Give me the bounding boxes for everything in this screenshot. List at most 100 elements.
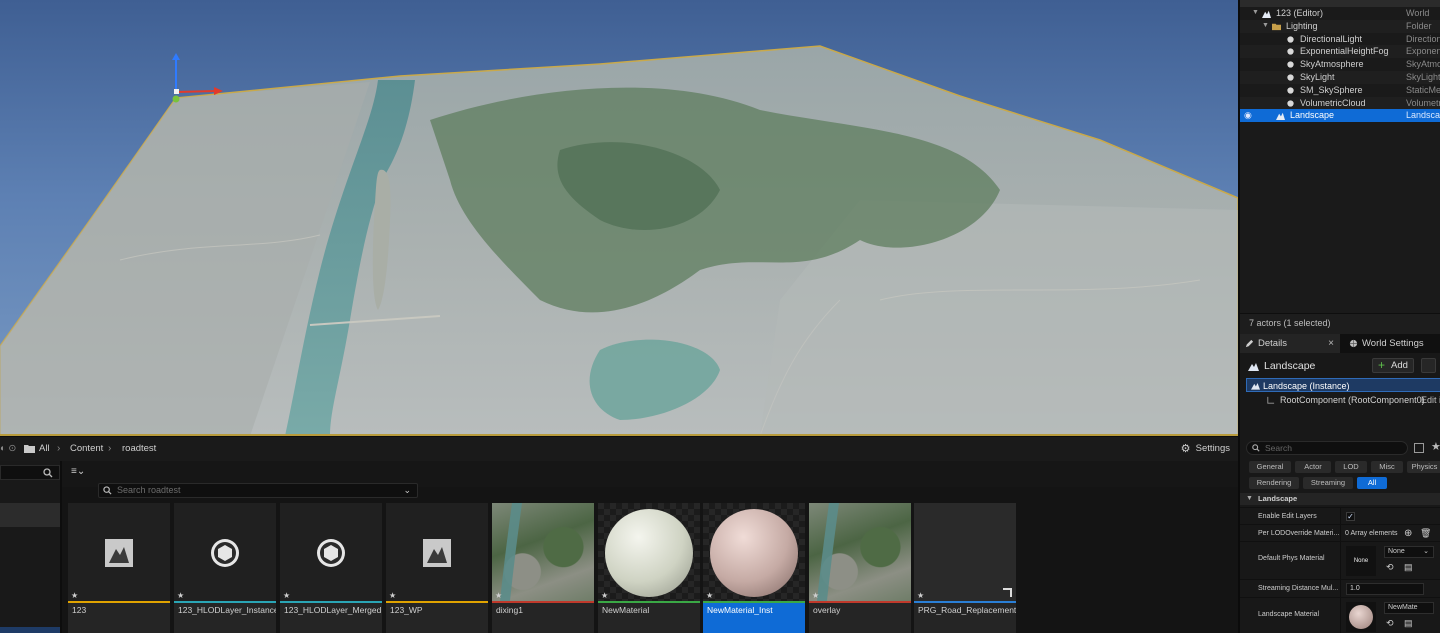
component-root[interactable]: RootComponent (RootComponent0) Edit in [1246,393,1440,407]
asset-thumbnail [492,503,594,601]
breadcrumb-content[interactable]: Content [70,437,103,461]
add-element-icon[interactable]: ⊕ [1404,525,1412,542]
asset-tile[interactable]: ★ 123_HLODLayer_Instanced [174,503,276,633]
browse-icon[interactable]: ▤ [1404,562,1413,573]
asset-tile[interactable]: ★ PRG_Road_Replacement [914,503,1016,633]
world-outliner: ▼ 123 (Editor) World ▼ Lighting Folder Directi… [1238,0,1440,334]
chip-actor[interactable]: Actor [1295,461,1331,473]
outliner-row[interactable]: VolumetricCloud Volumetr [1240,96,1440,110]
phys-material-dropdown[interactable]: None ⌄ [1384,546,1434,558]
tab-world-settings[interactable]: World Settings [1344,334,1440,353]
chip-general[interactable]: General [1249,461,1291,473]
outliner-item-label: SkyLight [1300,71,1335,82]
favorite-star-icon[interactable]: ★ [389,591,396,600]
landscape-material-thumbnail[interactable] [1346,602,1376,632]
folder-icon [24,437,35,461]
outliner-item-label: VolumetricCloud [1300,97,1366,108]
edit-in-link[interactable]: Edit in [1421,393,1440,407]
favorite-star-icon[interactable]: ★ [283,591,290,600]
outliner-item-label: DirectionalLight [1300,33,1363,44]
asset-type-color-bar [598,601,700,603]
visibility-eye-icon[interactable]: ◉ [1244,109,1252,122]
outliner-row[interactable]: SkyAtmosphere SkyAtmo [1240,58,1440,71]
outliner-row[interactable]: DirectionalLight Direction [1240,33,1440,46]
chip-physics[interactable]: Physics [1407,461,1440,473]
outliner-row[interactable]: SkyLight SkyLight [1240,70,1440,84]
asset-name: 123_HLODLayer_Merged [284,605,382,615]
fog-icon [1287,48,1294,56]
landscape-terrain [0,45,1238,436]
breadcrumb-all[interactable]: All [39,437,50,461]
add-component-button[interactable]: + Add [1372,358,1414,373]
content-settings-button[interactable]: ⚙ Settings [1181,437,1230,461]
collections-bar[interactable] [0,627,60,633]
favorite-star-icon[interactable]: ★ [495,591,502,600]
use-selected-icon[interactable]: ⟲ [1386,618,1394,629]
asset-search-placeholder: Search roadtest [117,485,181,495]
browse-icon[interactable]: ▤ [1404,618,1413,629]
level-viewport[interactable] [0,0,1238,436]
landscape-icon [1248,363,1259,371]
tab-details[interactable]: Details × [1240,334,1340,353]
favorite-star-icon[interactable]: ★ [812,591,819,600]
chip-misc[interactable]: Misc [1371,461,1403,473]
trash-icon[interactable]: 🗑 [1420,525,1431,542]
material-sphere-icon [710,509,798,597]
outliner-row[interactable]: ExponentialHeightFog Exponent [1240,45,1440,59]
asset-tile[interactable]: ★ dixing1 [492,503,594,633]
asset-tile[interactable]: ★ overlay [809,503,911,633]
folder-tree-selected[interactable] [0,503,60,527]
landscape-material-value: NewMate [1388,604,1418,611]
favorite-star-icon[interactable]: ★ [601,591,608,600]
chip-lod[interactable]: LOD [1335,461,1367,473]
sources-search-input[interactable] [0,465,60,480]
outliner-item-type: StaticMe [1406,84,1440,95]
chip-streaming[interactable]: Streaming [1303,477,1353,489]
asset-tile[interactable]: ★ 123_WP [386,503,488,633]
close-icon[interactable]: × [1328,334,1334,353]
phys-material-thumbnail[interactable]: None [1346,546,1376,576]
outliner-row[interactable]: ◉ Landscape Landscap [1240,109,1440,123]
prop-label: Streaming Distance Mul... [1258,585,1339,592]
favorite-star-icon[interactable]: ★ [706,591,713,600]
chip-rendering[interactable]: Rendering [1249,477,1299,489]
asset-tile[interactable]: ★ NewMaterial_Inst [703,503,805,633]
chip-all[interactable]: All [1357,477,1387,489]
use-selected-icon[interactable]: ⟲ [1386,562,1394,573]
blueprint-icon[interactable] [1421,358,1436,373]
table-view-icon[interactable] [1414,443,1424,453]
filter-icon[interactable]: ≡⌄ [71,466,85,477]
outliner-item-type: World [1406,8,1430,18]
chevron-down-icon[interactable]: ▼ [1262,20,1269,33]
chevron-down-icon[interactable]: ⌄ [403,484,411,497]
asset-name: overlay [813,605,841,615]
outliner-row[interactable]: ▼ 123 (Editor) World [1240,7,1440,20]
landscape-material-dropdown[interactable]: NewMate [1384,602,1434,614]
category-label: Landscape [1258,494,1298,503]
asset-tile[interactable]: ★ 123_HLODLayer_Merged [280,503,382,633]
favorite-star-icon[interactable]: ★ [917,591,924,600]
asset-type-color-bar [68,601,170,603]
history-back-icon[interactable]: ◐ ⊙ [0,437,16,461]
asset-search-input[interactable]: Search roadtest ⌄ [98,483,418,498]
category-landscape[interactable]: ▼ Landscape [1240,493,1440,505]
outliner-row[interactable]: ▼ Lighting Folder [1240,19,1440,33]
outliner-row[interactable]: SM_SkySphere StaticMe [1240,84,1440,97]
asset-type-color-bar [174,601,276,603]
streaming-distance-input[interactable]: 1.0 [1346,583,1424,595]
component-label: RootComponent (RootComponent0) [1280,395,1425,405]
component-landscape-instance[interactable]: Landscape (Instance) [1246,378,1440,392]
chevron-down-icon[interactable]: ▼ [1252,7,1259,20]
asset-type-color-bar [809,601,911,603]
asset-tile[interactable]: ★ NewMaterial [598,503,700,633]
details-search-input[interactable]: Search [1246,441,1408,455]
asset-tile[interactable]: ★ 123 [68,503,170,633]
star-icon[interactable]: ★ [1431,440,1440,453]
favorite-star-icon[interactable]: ★ [71,591,78,600]
search-icon [103,486,112,495]
breadcrumb-roadtest[interactable]: roadtest [122,437,156,461]
enable-edit-layers-checkbox[interactable]: ✓ [1346,512,1355,521]
favorite-star-icon[interactable]: ★ [177,591,184,600]
outliner-item-type: Landscap [1406,110,1440,121]
prop-label: Landscape Material [1258,611,1320,618]
